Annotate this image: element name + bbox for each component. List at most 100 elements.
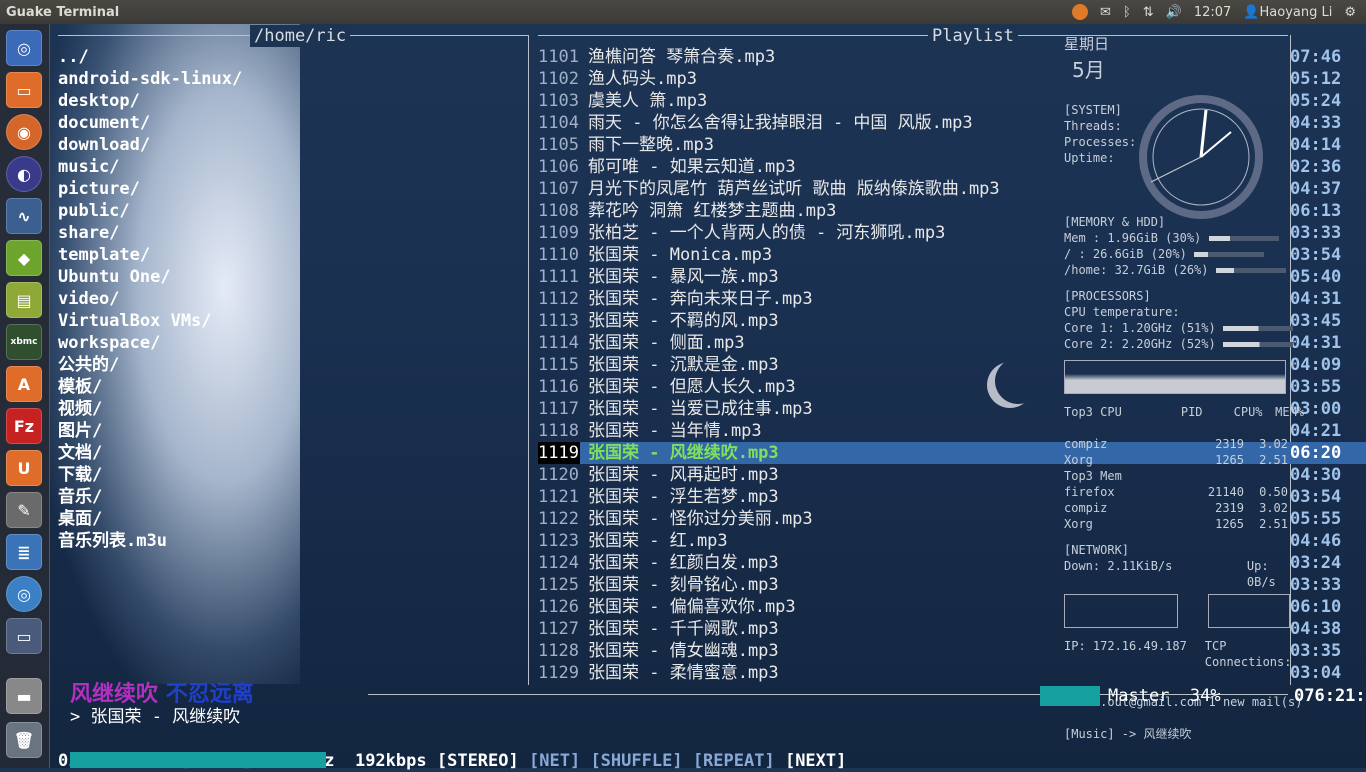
process-pid: 21140: [1207, 485, 1244, 499]
gimp-icon[interactable]: ✎: [6, 492, 42, 528]
progress-bar[interactable]: [70, 752, 1290, 768]
up-speed: Up: 0B/s: [1246, 559, 1276, 589]
track-number: 1120: [538, 465, 579, 485]
files-icon[interactable]: ▭: [6, 72, 42, 108]
browser-item[interactable]: android-sdk-linux/: [58, 68, 518, 90]
track-number: 1109: [538, 223, 579, 243]
root-row: / : 26.6GiB (20%): [1064, 246, 1304, 262]
browser-item[interactable]: 公共的/: [58, 354, 518, 376]
volume-block[interactable]: [1040, 686, 1100, 706]
process-pid: 2319: [1215, 501, 1244, 515]
track-number: 1103: [538, 91, 579, 111]
browser-path: /home/ric: [250, 25, 351, 47]
track-number: 1112: [538, 289, 579, 309]
weather-indicator-icon[interactable]: [1072, 4, 1089, 20]
user-icon: 👤: [1243, 4, 1260, 20]
ubuntu-one-icon[interactable]: U: [6, 450, 42, 486]
track-title: 张国荣 - 奔向未来日子.mp3: [588, 289, 813, 309]
up-graph: [1208, 594, 1290, 628]
track-title: 张国荣 - 怪你过分美丽.mp3: [588, 509, 813, 529]
browser-item[interactable]: desktop/: [58, 90, 518, 112]
browser-item[interactable]: share/: [58, 222, 518, 244]
dash-icon[interactable]: ◎: [6, 30, 42, 66]
root-bar: [1194, 252, 1265, 257]
browser-item[interactable]: 下载/: [58, 464, 518, 486]
chromium-icon[interactable]: ◎: [6, 576, 42, 612]
system-monitor-icon[interactable]: ∿: [6, 198, 42, 234]
user-menu[interactable]: 👤 Haoyang Li: [1243, 5, 1332, 20]
drive-icon[interactable]: ▬: [6, 678, 42, 714]
remote-desktop-icon[interactable]: ▭: [6, 618, 42, 654]
track-number: 1122: [538, 509, 579, 529]
track-title: 张国荣 - 但愿人长久.mp3: [588, 377, 796, 397]
cpu-temp-label: CPU temperature:: [1064, 305, 1180, 319]
track-number: 1123: [538, 531, 579, 551]
filezilla-icon[interactable]: Fz: [6, 408, 42, 444]
writer-icon[interactable]: ≣: [6, 534, 42, 570]
browser-item[interactable]: 图片/: [58, 420, 518, 442]
moon-decoration: [995, 358, 1041, 404]
process-pid: 1265: [1215, 453, 1244, 467]
track-number: 1106: [538, 157, 579, 177]
weekday: 星期日: [1064, 35, 1110, 53]
progress-fill: [70, 752, 327, 768]
ip-address: IP: 172.16.49.187: [1064, 639, 1187, 653]
track-number: 1107: [538, 179, 579, 199]
browser-item[interactable]: 文档/: [58, 442, 518, 464]
book-icon[interactable]: ▤: [6, 282, 42, 318]
mem-text: Mem : 1.96GiB (30%): [1064, 231, 1202, 245]
bluetooth-icon[interactable]: ᛒ: [1123, 5, 1131, 20]
root-text: / : 26.6GiB (20%): [1064, 247, 1187, 261]
browser-item[interactable]: document/: [58, 112, 518, 134]
gear-icon[interactable]: ⚙: [1344, 5, 1356, 20]
track-number: 1128: [538, 641, 579, 661]
browser-item[interactable]: 音乐/: [58, 486, 518, 508]
process-cpu: 0.50: [1259, 485, 1288, 499]
playlist-header: Playlist: [928, 25, 1018, 47]
track-number: 1114: [538, 333, 579, 353]
now-playing: > 张国荣 - 风继续吹: [70, 707, 241, 727]
android-sdk-icon[interactable]: ◆: [6, 240, 42, 276]
clock[interactable]: 12:07: [1194, 5, 1231, 20]
browser-item[interactable]: Ubuntu One/: [58, 266, 518, 288]
track-number: 1108: [538, 201, 579, 221]
browser-item[interactable]: picture/: [58, 178, 518, 200]
browser-item[interactable]: workspace/: [58, 332, 518, 354]
track-title: 郁可唯 - 如果云知道.mp3: [588, 157, 796, 177]
volume-icon[interactable]: 🔊: [1166, 5, 1182, 20]
mem-bar: [1208, 236, 1279, 241]
process-name: Xorg: [1064, 517, 1093, 531]
browser-item[interactable]: 音乐列表.m3u: [58, 530, 518, 552]
process-name: firefox: [1064, 485, 1115, 499]
xbmc-icon[interactable]: xbmc: [6, 324, 42, 360]
music-status: [Music] -> 风继续吹: [1064, 727, 1192, 741]
process-pid: 1265: [1215, 517, 1244, 531]
track-number: 1116: [538, 377, 579, 397]
browser-item[interactable]: download/: [58, 134, 518, 156]
master-volume: Master 34%: [1108, 686, 1221, 706]
track-number: 1121: [538, 487, 579, 507]
browser-item[interactable]: 桌面/: [58, 508, 518, 530]
browser-item[interactable]: 视频/: [58, 398, 518, 420]
browser-item[interactable]: ../: [58, 46, 518, 68]
browser-item[interactable]: video/: [58, 288, 518, 310]
software-center-icon[interactable]: A: [6, 366, 42, 402]
eclipse-icon[interactable]: ◐: [6, 156, 42, 192]
firefox-icon[interactable]: ◉: [6, 114, 42, 150]
network-icon[interactable]: ⇅: [1143, 5, 1154, 20]
trash-icon[interactable]: 🗑: [6, 722, 42, 758]
mem-row: Mem : 1.96GiB (30%): [1064, 230, 1304, 246]
track-number: 1125: [538, 575, 579, 595]
track-title: 张国荣 - 侧面.mp3: [588, 333, 745, 353]
track-title: 张国荣 - 浮生若梦.mp3: [588, 487, 779, 507]
track-title: 张国荣 - 风继续吹.mp3: [588, 443, 779, 463]
core1-text: Core 1: 1.20GHz (51%): [1064, 321, 1216, 335]
mail-icon[interactable]: ✉: [1100, 5, 1111, 20]
browser-item[interactable]: template/: [58, 244, 518, 266]
browser-item[interactable]: public/: [58, 200, 518, 222]
conky-monitor: 星期日 5月 [SYSTEM] Threads: Processes: Upti…: [1064, 36, 1304, 742]
top-mem-header: Top3 Mem: [1064, 469, 1122, 483]
browser-item[interactable]: VirtualBox VMs/: [58, 310, 518, 332]
browser-item[interactable]: 模板/: [58, 376, 518, 398]
browser-item[interactable]: music/: [58, 156, 518, 178]
